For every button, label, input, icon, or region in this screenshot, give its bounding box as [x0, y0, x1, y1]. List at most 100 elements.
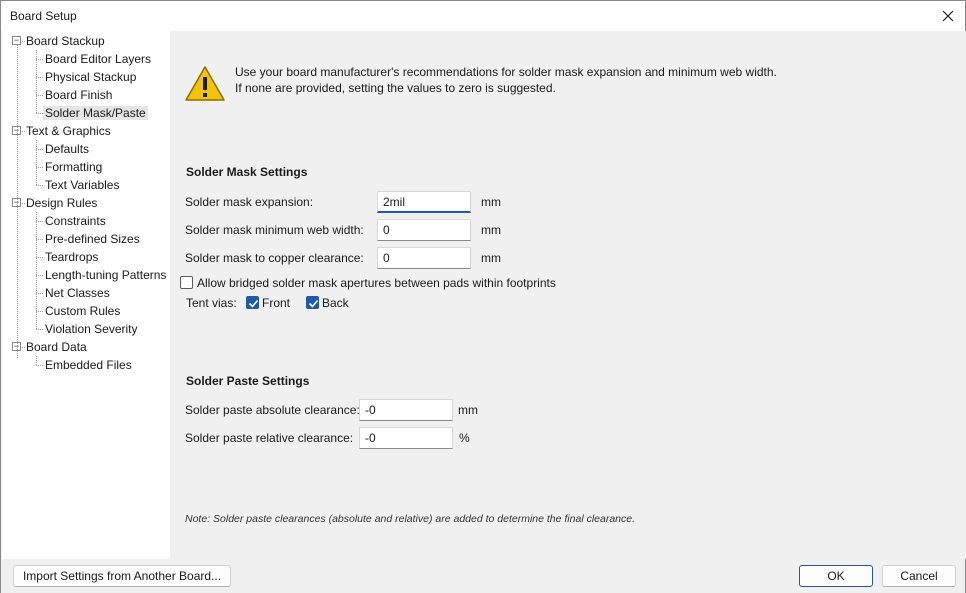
- warning-message: Use your board manufacturer's recommenda…: [235, 64, 777, 96]
- tree-item-custom-rules[interactable]: Custom Rules: [43, 302, 122, 320]
- tree-connector: [36, 365, 43, 366]
- settings-tree: − Board Stackup Board Editor Layers Physica…: [2, 31, 170, 559]
- tree-item-text-variables[interactable]: Text Variables: [43, 176, 121, 194]
- tree-connector: [36, 311, 43, 312]
- paste-absolute-unit: mm: [458, 403, 478, 417]
- tree-item-label: Net Classes: [45, 286, 110, 300]
- mask-copper-clearance-input[interactable]: 0: [377, 247, 471, 269]
- board-setup-dialog: Board Setup − Board Stackup Board Editor L…: [0, 0, 966, 593]
- tree-item-length-tuning-patterns[interactable]: Length-tuning Patterns: [43, 266, 168, 284]
- tree-item-label: Pre-defined Sizes: [45, 232, 140, 246]
- ok-button[interactable]: OK: [799, 565, 873, 587]
- tree-item-label: Custom Rules: [45, 304, 121, 318]
- tree-connector: [36, 50, 37, 113]
- tree-connector: [36, 167, 43, 168]
- tree-item-label: Solder Mask/Paste: [43, 106, 148, 120]
- tree-item-teardrops[interactable]: Teardrops: [43, 248, 100, 266]
- tree-group-board-data[interactable]: Board Data: [24, 338, 89, 356]
- solder-paste-section-title: Solder Paste Settings: [186, 374, 310, 388]
- tree-connector: [36, 113, 43, 114]
- mask-web-width-input[interactable]: 0: [377, 219, 471, 241]
- checkmark-icon: [248, 299, 259, 308]
- tree-connector: [36, 149, 43, 150]
- tree-connector: [36, 140, 37, 185]
- tree-item-constraints[interactable]: Constraints: [43, 212, 108, 230]
- tree-item-label: Defaults: [45, 142, 90, 156]
- warning-line-1: Use your board manufacturer's recommenda…: [235, 65, 777, 79]
- tree-connector: [36, 59, 43, 60]
- tent-front-label[interactable]: Front: [262, 296, 290, 310]
- tree-item-board-editor-layers[interactable]: Board Editor Layers: [43, 50, 153, 68]
- tree-connector: [36, 257, 43, 258]
- tree-item-label: Teardrops: [45, 250, 99, 264]
- close-icon: [942, 10, 954, 22]
- tree-connector: [36, 221, 43, 222]
- mask-copper-clearance-unit: mm: [481, 251, 501, 265]
- mask-copper-clearance-label: Solder mask to copper clearance:: [185, 251, 364, 265]
- allow-bridged-checkbox[interactable]: [180, 276, 193, 289]
- tree-group-label: Board Stackup: [26, 34, 105, 48]
- dialog-button-bar: Import Settings from Another Board... OK…: [1, 559, 965, 593]
- paste-relative-input[interactable]: -0: [359, 427, 453, 449]
- title-bar: Board Setup: [1, 1, 965, 31]
- tent-front-checkbox[interactable]: [246, 296, 259, 309]
- mask-expansion-label: Solder mask expansion:: [185, 195, 314, 209]
- tree-expander-icon[interactable]: −: [12, 36, 21, 45]
- tree-item-violation-severity[interactable]: Violation Severity: [43, 320, 140, 338]
- tree-connector: [17, 45, 18, 358]
- tent-vias-label: Tent vias:: [186, 296, 237, 310]
- solder-mask-section-title: Solder Mask Settings: [186, 165, 308, 179]
- window-title: Board Setup: [10, 9, 77, 23]
- tree-item-label: Embedded Files: [45, 358, 132, 372]
- paste-absolute-label: Solder paste absolute clearance:: [185, 403, 360, 417]
- tree-group-label: Design Rules: [26, 196, 98, 210]
- tree-connector: [36, 185, 43, 186]
- close-button[interactable]: [937, 5, 959, 27]
- tree-item-solder-mask-paste[interactable]: Solder Mask/Paste: [43, 104, 148, 122]
- tree-item-embedded-files[interactable]: Embedded Files: [43, 356, 134, 374]
- tree-group-design-rules[interactable]: Design Rules: [24, 194, 99, 212]
- mask-web-width-unit: mm: [481, 223, 501, 237]
- tree-connector: [36, 212, 37, 329]
- paste-clearance-note: Note: Solder paste clearances (absolute …: [185, 513, 636, 525]
- tent-back-checkbox[interactable]: [306, 296, 319, 309]
- tree-item-label: Board Finish: [45, 88, 113, 102]
- tree-item-board-finish[interactable]: Board Finish: [43, 86, 114, 104]
- checkmark-icon: [308, 299, 319, 308]
- tree-item-label: Physical Stackup: [45, 70, 137, 84]
- tree-group-label: Text & Graphics: [26, 124, 111, 138]
- mask-web-width-label: Solder mask minimum web width:: [185, 223, 364, 237]
- tree-item-defaults[interactable]: Defaults: [43, 140, 91, 158]
- tree-group-board-stackup[interactable]: Board Stackup: [24, 32, 107, 50]
- allow-bridged-label[interactable]: Allow bridged solder mask apertures betw…: [197, 276, 556, 290]
- tree-item-net-classes[interactable]: Net Classes: [43, 284, 112, 302]
- tree-connector: [36, 329, 43, 330]
- tent-back-label[interactable]: Back: [322, 296, 349, 310]
- paste-absolute-input[interactable]: -0: [359, 399, 453, 421]
- tree-group-text-graphics[interactable]: Text & Graphics: [24, 122, 113, 140]
- tree-item-label: Formatting: [45, 160, 103, 174]
- warning-line-2: If none are provided, setting the values…: [235, 81, 556, 95]
- tree-item-label: Board Editor Layers: [45, 52, 152, 66]
- tree-connector: [36, 95, 43, 96]
- tree-connector: [36, 275, 43, 276]
- paste-relative-unit: %: [459, 431, 470, 445]
- tree-group-label: Board Data: [26, 340, 87, 354]
- tree-item-label: Text Variables: [45, 178, 120, 192]
- tree-item-formatting[interactable]: Formatting: [43, 158, 104, 176]
- paste-relative-label: Solder paste relative clearance:: [185, 431, 354, 445]
- cancel-button[interactable]: Cancel: [882, 565, 956, 587]
- content-panel: [171, 31, 966, 559]
- tree-connector: [36, 293, 43, 294]
- tree-connector: [36, 356, 37, 365]
- tree-connector: [36, 77, 43, 78]
- tree-item-pre-defined-sizes[interactable]: Pre-defined Sizes: [43, 230, 142, 248]
- tree-item-label: Constraints: [45, 214, 106, 228]
- import-settings-button[interactable]: Import Settings from Another Board...: [13, 565, 231, 587]
- mask-expansion-input[interactable]: 2mil: [377, 191, 471, 213]
- tree-connector: [36, 239, 43, 240]
- tree-item-label: Violation Severity: [45, 322, 138, 336]
- tree-item-physical-stackup[interactable]: Physical Stackup: [43, 68, 138, 86]
- mask-expansion-unit: mm: [481, 195, 501, 209]
- tree-item-label: Length-tuning Patterns: [45, 268, 167, 282]
